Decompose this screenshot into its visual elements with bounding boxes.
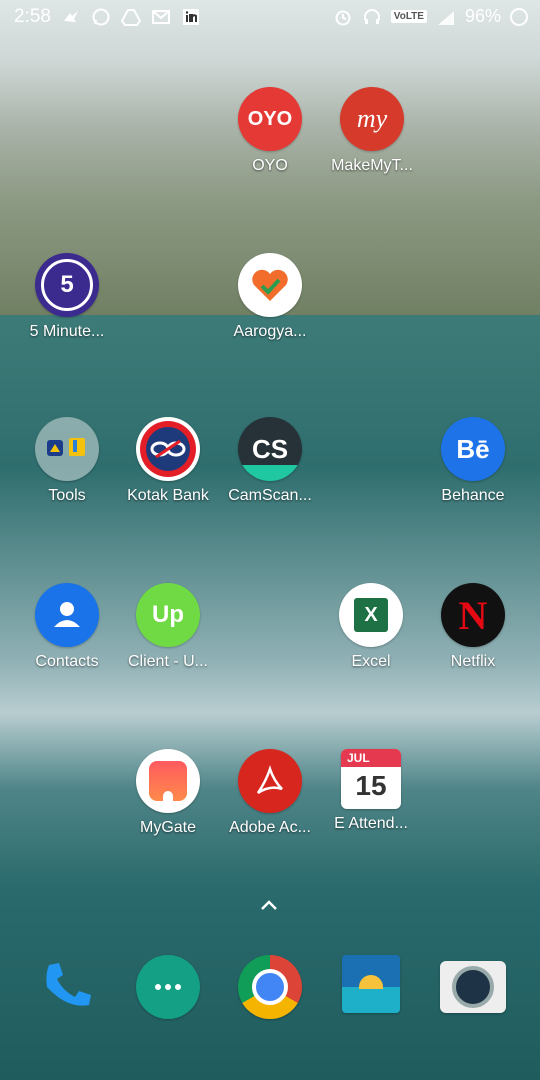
five-minute-icon: 5 [35,253,99,317]
gallery-icon [342,955,400,1013]
app-label: Behance [441,487,505,504]
linkedin-icon [182,9,199,25]
makemytrip-icon: my [340,87,404,151]
battery-percent: 96% [464,6,501,26]
dock-phone[interactable] [17,955,117,1019]
app-contacts[interactable]: Contacts [17,583,117,671]
app-label: Tools [48,487,86,504]
app-label: E Attend... [334,815,408,832]
app-label: Adobe Ac... [229,819,311,836]
folder-tools[interactable]: Tools [17,417,117,505]
phone-icon [35,955,99,1019]
app-aarogya[interactable]: Aarogya... [220,253,320,341]
app-makemytrip[interactable]: my MakeMyT... [322,87,422,175]
camera-icon [440,961,506,1013]
kotak-icon [136,417,200,481]
gmail-icon [151,10,170,24]
app-label: CamScan... [228,487,312,504]
app-5-minute[interactable]: 5 5 Minute... [17,253,117,341]
excel-icon: X [339,583,403,647]
netflix-icon: N [441,583,505,647]
folder-icon [35,417,99,481]
camscanner-icon: CS [238,417,302,481]
oyo-icon: OYO [238,87,302,151]
app-label: Client - U... [127,653,208,670]
app-oyo[interactable]: OYO OYO [220,87,320,175]
app-label: MyGate [139,819,196,836]
app-client-upwork[interactable]: Up Client - U... [118,583,218,671]
dock-chrome[interactable] [220,955,320,1019]
app-label: 5 Minute... [29,323,105,340]
app-netflix[interactable]: N Netflix [423,583,523,671]
app-camscanner[interactable]: CS CamScan... [220,417,320,505]
app-kotak-bank[interactable]: Kotak Bank [118,417,218,505]
app-label: Contacts [35,653,99,670]
app-label: OYO [252,157,288,174]
app-label: MakeMyT... [331,157,413,174]
dock-camera[interactable] [423,955,523,1013]
dock [0,955,540,1025]
dock-messages[interactable] [118,955,218,1019]
aarogya-heart-icon [238,253,302,317]
whatsapp-icon [92,8,110,26]
google-drive-icon [120,9,141,26]
status-bar: 2:58 VoLTE 96% [0,0,540,34]
app-behance[interactable]: Bē Behance [423,417,523,505]
behance-icon: Bē [441,417,505,481]
calendar-icon: JUL 15 [341,749,401,809]
app-label: Aarogya... [233,323,307,340]
volte-badge: VoLTE [390,10,427,23]
app-drawer-chevron-up-icon[interactable] [258,895,280,915]
notification-bird-icon [63,11,78,22]
adobe-acrobat-icon [238,749,302,813]
alarm-icon [335,10,351,25]
dock-gallery[interactable] [321,955,421,1013]
app-mygate[interactable]: MyGate [118,749,218,837]
mygate-icon [136,749,200,813]
app-label: Netflix [450,653,496,670]
status-time: 2:58 [14,6,51,27]
headphones-icon [363,8,380,24]
messages-icon [136,955,200,1019]
app-adobe-acrobat[interactable]: Adobe Ac... [220,749,320,837]
signal-4g-icon [437,10,454,25]
app-label: Excel [351,653,391,670]
app-excel[interactable]: X Excel [321,583,421,671]
contacts-person-icon [35,583,99,647]
app-label: Kotak Bank [127,487,209,504]
battery-icon [510,7,528,26]
app-e-attendance[interactable]: JUL 15 E Attend... [321,749,421,833]
upwork-icon: Up [136,583,200,647]
chrome-icon [238,955,302,1019]
